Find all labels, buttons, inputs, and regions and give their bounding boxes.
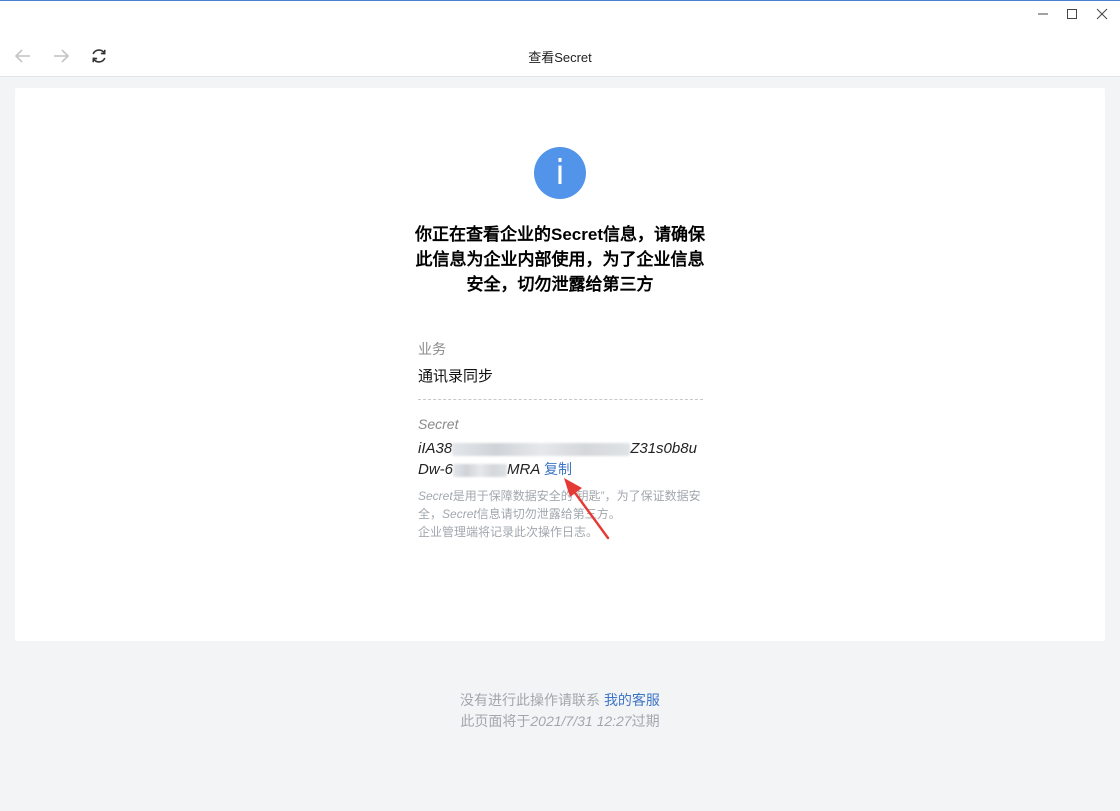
maximize-icon[interactable] [1063,5,1081,23]
customer-service-link[interactable]: 我的客服 [604,692,660,708]
note-secret-term-2: Secret [442,507,477,521]
note-secret-term-1: Secret [418,489,453,503]
business-value: 通讯录同步 [418,368,494,385]
forward-arrow-icon[interactable] [50,45,72,67]
footer-expire-line: 此页面将于2021/7/31 12:27过期 [360,711,760,732]
secret-redacted-2 [453,463,508,477]
footer-expire-date: 2021/7/31 12:27 [530,713,632,729]
close-icon[interactable] [1093,5,1111,23]
secret-redacted-1 [452,442,631,456]
info-icon: i [534,147,586,199]
secret-line2-end: MRA [507,461,540,478]
footer: 没有进行此操作请联系 我的客服 此页面将于2021/7/31 12:27过期 [360,690,760,732]
secret-label: Secret [418,416,459,432]
minimize-icon[interactable] [1034,5,1052,23]
window-titlebar: 查看Secret [0,1,1120,77]
page-title: 查看Secret [528,50,592,65]
business-label: 业务 [418,341,446,357]
warning-headline: 你正在查看企业的Secret信息，请确保此信息为企业内部使用，为了企业信息安全，… [415,225,705,294]
back-arrow-icon[interactable] [12,45,34,67]
secret-line2-start: Dw-6 [418,461,454,478]
refresh-icon[interactable] [88,45,110,67]
red-arrow-annotation [564,478,610,540]
footer-expire-suffix: 过期 [631,713,660,729]
footer-contact-line: 没有进行此操作请联系 我的客服 [360,690,760,711]
divider [418,399,703,400]
secret-line1-start: iIA38 [418,440,453,457]
secret-line1-end: Z31s0b8u [630,440,697,457]
footer-contact-text: 没有进行此操作请联系 [460,692,601,708]
footer-expire-prefix: 此页面将于 [460,713,531,729]
